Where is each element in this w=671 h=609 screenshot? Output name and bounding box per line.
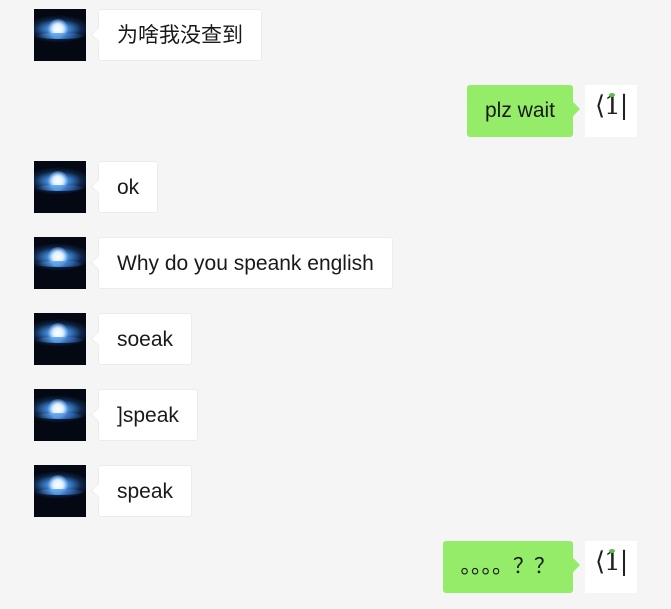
message-bubble-incoming[interactable]: 为啥我没查到: [98, 9, 262, 61]
contact-avatar[interactable]: [34, 465, 86, 517]
message-bubble-incoming[interactable]: ]speak: [98, 389, 198, 441]
message-row-incoming: Why do you speank english: [0, 237, 671, 289]
message-bubble-incoming[interactable]: speak: [98, 465, 193, 517]
message-bubble-incoming[interactable]: ok: [98, 161, 159, 213]
leaf-icon: [609, 549, 615, 553]
chat-message-list: 为啥我没查到 plz wait ⟨1| ok Why do you speank…: [0, 0, 671, 609]
message-bubble-outgoing[interactable]: 。。。。？？: [442, 541, 573, 593]
contact-avatar[interactable]: [34, 237, 86, 289]
message-bubble-incoming[interactable]: soeak: [98, 313, 193, 365]
leaf-icon: [609, 93, 615, 97]
message-row-incoming: 为啥我没查到: [0, 9, 671, 61]
message-bubble-outgoing[interactable]: plz wait: [466, 85, 573, 137]
message-row-incoming: speak: [0, 465, 671, 517]
message-row-outgoing: plz wait ⟨1|: [0, 85, 671, 137]
contact-avatar[interactable]: [34, 389, 86, 441]
message-row-outgoing: 。。。。？？ ⟨1|: [0, 541, 671, 593]
contact-avatar[interactable]: [34, 161, 86, 213]
message-row-incoming: ok: [0, 161, 671, 213]
contact-avatar[interactable]: [34, 313, 86, 365]
message-bubble-incoming[interactable]: Why do you speank english: [98, 237, 393, 289]
contact-avatar[interactable]: [34, 9, 86, 61]
self-avatar[interactable]: ⟨1|: [585, 541, 637, 593]
message-row-incoming: soeak: [0, 313, 671, 365]
self-avatar[interactable]: ⟨1|: [585, 85, 637, 137]
message-row-incoming: ]speak: [0, 389, 671, 441]
